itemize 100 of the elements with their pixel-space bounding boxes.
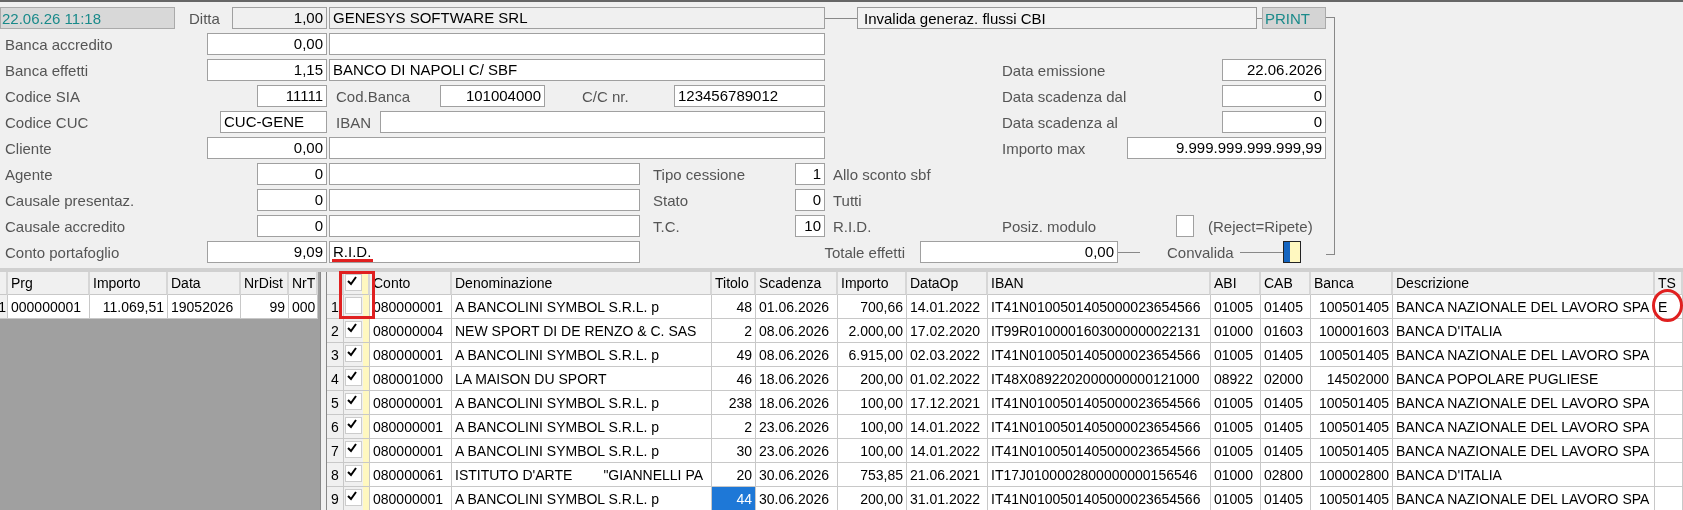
column-header[interactable]: Descrizione (1393, 272, 1655, 295)
field-label: Causale accredito (4, 217, 126, 235)
text-field[interactable] (329, 137, 825, 159)
column-header[interactable]: IBAN (988, 272, 1211, 295)
table-cell: 02.03.2022 (907, 343, 988, 367)
text-field[interactable] (329, 189, 640, 211)
checkbox[interactable] (345, 274, 362, 291)
text-field[interactable] (329, 33, 825, 55)
table-cell: 02000 (1261, 367, 1311, 391)
table-cell (1655, 343, 1683, 367)
table-cell: 01000 (1211, 319, 1261, 343)
text-field[interactable]: CUC-GENE (220, 111, 327, 133)
column-header[interactable]: Prg (8, 272, 90, 295)
table-cell: 14.01.2022 (907, 295, 988, 319)
iban-field[interactable] (380, 111, 825, 133)
checkbox[interactable] (345, 297, 362, 314)
text-field[interactable]: 9,09 (207, 241, 327, 263)
table-cell: 49 (712, 343, 756, 367)
table-cell: 01.02.2022 (907, 367, 988, 391)
table-cell: 99 (241, 295, 289, 319)
text-field[interactable]: 101004000 (440, 85, 545, 107)
table-cell: 23.06.2026 (756, 439, 838, 463)
code-field[interactable]: 1 (795, 163, 825, 185)
table-cell: 02800 (1261, 463, 1311, 487)
field-label: Data emissione (1001, 61, 1107, 79)
table-cell: 44 (712, 487, 756, 510)
checkbox[interactable] (345, 465, 362, 482)
text-field[interactable]: 0 (257, 163, 327, 185)
text-field[interactable]: 11111 (257, 85, 327, 107)
table-cell: 23.06.2026 (756, 415, 838, 439)
text-field[interactable]: 0,00 (207, 33, 327, 55)
table-cell: LA MAISON DU SPORT (452, 367, 712, 391)
splitter[interactable] (320, 272, 327, 510)
date-field[interactable]: 22.06.2026 (1222, 59, 1326, 81)
field-label: Importo max (1001, 139, 1087, 157)
column-header[interactable]: ABI (1211, 272, 1261, 295)
checkbox[interactable] (345, 441, 362, 458)
row-number: 9 (327, 487, 344, 510)
table-cell: 000000001 (8, 295, 90, 319)
text-field[interactable]: 0 (257, 215, 327, 237)
code-field[interactable]: 10 (795, 215, 825, 237)
table-cell: A BANCOLINI SYMBOL S.R.L. p (452, 487, 712, 510)
amount-field[interactable]: 0,00 (920, 241, 1118, 263)
checkbox[interactable] (345, 393, 362, 410)
table-cell: IT41N0100501405000023654566 (988, 295, 1211, 319)
text-field[interactable]: 0 (257, 189, 327, 211)
column-header[interactable]: Importo (838, 272, 907, 295)
field-label: Banca effetti (4, 61, 89, 79)
table-cell: 100501405 (1311, 415, 1393, 439)
table-cell: A BANCOLINI SYMBOL S.R.L. p (452, 439, 712, 463)
column-header[interactable]: Denominazione (452, 272, 712, 295)
column-header[interactable]: Titolo (712, 272, 756, 295)
text-field[interactable]: 123456789012 (674, 85, 825, 107)
checkbox[interactable] (345, 489, 362, 506)
date-field[interactable]: 0 (1222, 85, 1326, 107)
text-field[interactable]: R.I.D. (329, 241, 640, 263)
table-cell: 100501405 (1311, 391, 1393, 415)
table-cell: IT99R0100001603000000022131 (988, 319, 1211, 343)
text-field[interactable]: 0,00 (207, 137, 327, 159)
text-field[interactable] (329, 163, 640, 185)
table-cell: 08.06.2026 (756, 343, 838, 367)
table-cell: A BANCOLINI SYMBOL S.R.L. p (452, 415, 712, 439)
row-number: 3 (327, 343, 344, 367)
code-field[interactable]: 0 (795, 189, 825, 211)
cbi-button[interactable]: Invalida generaz. flussi CBI (857, 7, 1257, 29)
table-cell: 19052026 (168, 295, 241, 319)
table-cell: 000 (289, 295, 318, 319)
checkbox[interactable] (345, 369, 362, 386)
row-number: 2 (327, 319, 344, 343)
text-field[interactable]: BANCO DI NAPOLI C/ SBF (329, 59, 825, 81)
table-cell: 14.01.2022 (907, 415, 988, 439)
column-header[interactable]: TS (1655, 272, 1683, 295)
confirm-button[interactable] (1283, 241, 1301, 263)
table-cell: 200,00 (838, 367, 907, 391)
field-label: Stato (652, 191, 690, 209)
column-header[interactable]: Importo (90, 272, 168, 295)
text-field[interactable] (329, 215, 640, 237)
date-field[interactable]: 0 (1222, 111, 1326, 133)
table-cell: 01000 (1211, 463, 1261, 487)
checkbox[interactable] (345, 417, 362, 434)
checkbox[interactable] (345, 345, 362, 362)
column-header[interactable]: DataOp (907, 272, 988, 295)
text-field[interactable]: 1,15 (207, 59, 327, 81)
table-cell: 48 (712, 295, 756, 319)
field-label: (Reject=Ripete) (1207, 217, 1313, 235)
table-cell: 01405 (1261, 295, 1311, 319)
ditta-name-field[interactable]: GENESYS SOFTWARE SRL (329, 7, 825, 29)
table-cell: 01405 (1261, 487, 1311, 510)
column-header[interactable]: Banca (1311, 272, 1393, 295)
ditta-code-field[interactable]: 1,00 (232, 7, 327, 29)
column-header[interactable]: CAB (1261, 272, 1311, 295)
amount-field[interactable]: 9.999.999.999.999,99 (1127, 137, 1326, 159)
column-header[interactable]: NrDist (241, 272, 289, 295)
table-cell: IT41N0100501405000023654566 (988, 439, 1211, 463)
column-header[interactable]: Data (168, 272, 241, 295)
column-header[interactable]: NrT (289, 272, 318, 295)
checkbox[interactable] (345, 321, 362, 338)
column-header[interactable]: Scadenza (756, 272, 838, 295)
table-cell: 17.02.2020 (907, 319, 988, 343)
checkbox[interactable] (1176, 215, 1194, 237)
